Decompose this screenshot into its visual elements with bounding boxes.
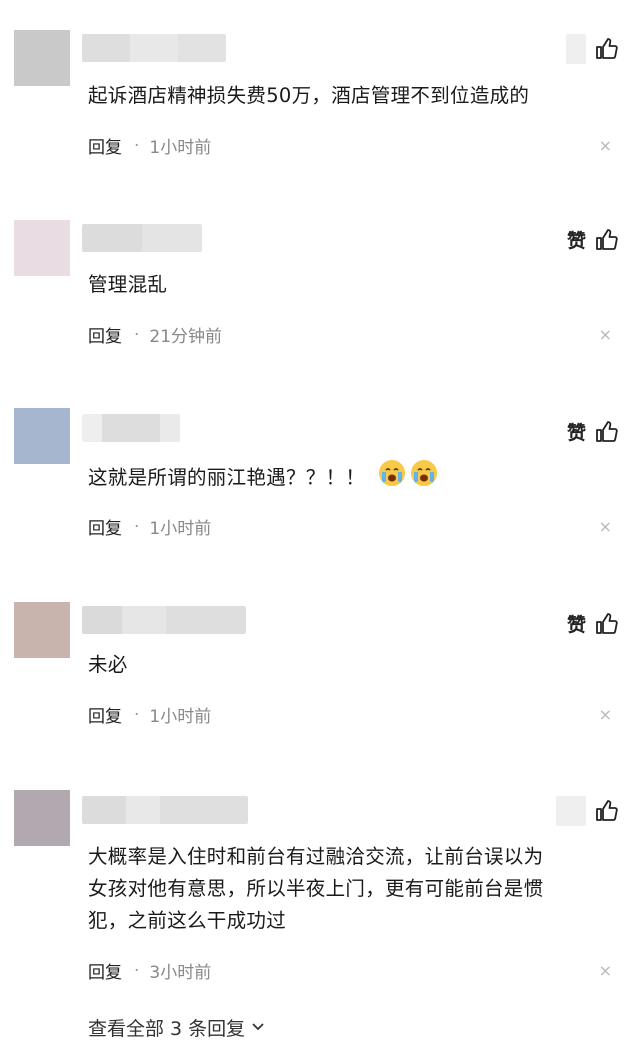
like-label-blurred bbox=[556, 796, 586, 826]
reply-button[interactable]: 回复 bbox=[88, 133, 122, 158]
close-icon[interactable]: × bbox=[599, 136, 612, 155]
comment-meta: 回复 · 21分钟前 bbox=[88, 322, 223, 348]
username-blurred[interactable] bbox=[82, 796, 248, 824]
reply-button[interactable]: 回复 bbox=[88, 514, 122, 539]
comment-text: 大概率是入住时和前台有过融洽交流，让前台误以为 女孩对他有意思，所以半夜上门，更… bbox=[88, 841, 600, 937]
close-icon[interactable]: × bbox=[599, 705, 612, 724]
timestamp: 1小时前 bbox=[149, 138, 212, 158]
timestamp: 3小时前 bbox=[149, 963, 212, 983]
like-area[interactable] bbox=[566, 34, 618, 64]
avatar[interactable] bbox=[14, 220, 70, 276]
close-icon[interactable]: × bbox=[599, 961, 612, 980]
avatar[interactable] bbox=[14, 790, 70, 846]
timestamp: 1小时前 bbox=[149, 707, 212, 727]
comment-text-row: 这就是所谓的丽江艳遇？？！！ bbox=[88, 458, 600, 498]
like-area[interactable]: 赞 bbox=[567, 418, 618, 445]
separator-dot: · bbox=[134, 704, 140, 725]
view-all-replies-link[interactable]: 查看全部 3 条回复 bbox=[88, 1014, 265, 1041]
like-area[interactable]: 赞 bbox=[567, 226, 618, 253]
comment-text: 起诉酒店精神损失费50万，酒店管理不到位造成的 bbox=[88, 84, 530, 107]
like-area[interactable] bbox=[556, 796, 618, 826]
close-icon[interactable]: × bbox=[599, 325, 612, 344]
avatar[interactable] bbox=[14, 30, 70, 86]
separator-dot: · bbox=[134, 516, 140, 537]
close-icon[interactable]: × bbox=[599, 517, 612, 536]
timestamp: 1小时前 bbox=[149, 519, 212, 539]
reply-button[interactable]: 回复 bbox=[88, 958, 122, 983]
comment-meta: 回复 · 1小时前 bbox=[88, 702, 212, 728]
thumbs-up-icon[interactable] bbox=[594, 799, 618, 823]
avatar[interactable] bbox=[14, 602, 70, 658]
chevron-down-icon bbox=[251, 1017, 265, 1039]
comment-text: 未必 bbox=[88, 653, 128, 676]
username-blurred[interactable] bbox=[82, 224, 202, 252]
comment-meta: 回复 · 1小时前 bbox=[88, 514, 212, 540]
like-label-blurred bbox=[566, 34, 586, 64]
like-label[interactable]: 赞 bbox=[567, 610, 586, 637]
separator-dot: · bbox=[134, 135, 140, 156]
thumbs-up-icon[interactable] bbox=[594, 37, 618, 61]
separator-dot: · bbox=[134, 324, 140, 345]
crying-face-emoji bbox=[409, 458, 439, 498]
reply-button[interactable]: 回复 bbox=[88, 702, 122, 727]
comment-text-line: 女孩对他有意思，所以半夜上门，更有可能前台是惯 bbox=[88, 877, 544, 900]
like-label[interactable]: 赞 bbox=[567, 226, 586, 253]
reply-button[interactable]: 回复 bbox=[88, 322, 122, 347]
view-all-replies-label: 查看全部 3 条回复 bbox=[88, 1018, 246, 1040]
comment-text: 这就是所谓的丽江艳遇？？！！ bbox=[88, 466, 366, 489]
timestamp: 21分钟前 bbox=[149, 327, 223, 347]
comment-text: 管理混乱 bbox=[88, 273, 168, 296]
crying-face-emoji bbox=[377, 458, 407, 498]
comment-meta: 回复 · 3小时前 bbox=[88, 958, 212, 984]
thumbs-up-icon[interactable] bbox=[594, 420, 618, 444]
thumbs-up-icon[interactable] bbox=[594, 228, 618, 252]
comment-meta: 回复 · 1小时前 bbox=[88, 133, 212, 159]
separator-dot: · bbox=[134, 960, 140, 981]
username-blurred[interactable] bbox=[82, 414, 180, 442]
like-label[interactable]: 赞 bbox=[567, 418, 586, 445]
like-area[interactable]: 赞 bbox=[567, 610, 618, 637]
username-blurred[interactable] bbox=[82, 34, 226, 62]
avatar[interactable] bbox=[14, 408, 70, 464]
comment-text-line: 大概率是入住时和前台有过融洽交流，让前台误以为 bbox=[88, 845, 544, 868]
username-blurred[interactable] bbox=[82, 606, 246, 634]
comment-text-line: 犯，之前这么干成功过 bbox=[88, 909, 287, 932]
thumbs-up-icon[interactable] bbox=[594, 612, 618, 636]
